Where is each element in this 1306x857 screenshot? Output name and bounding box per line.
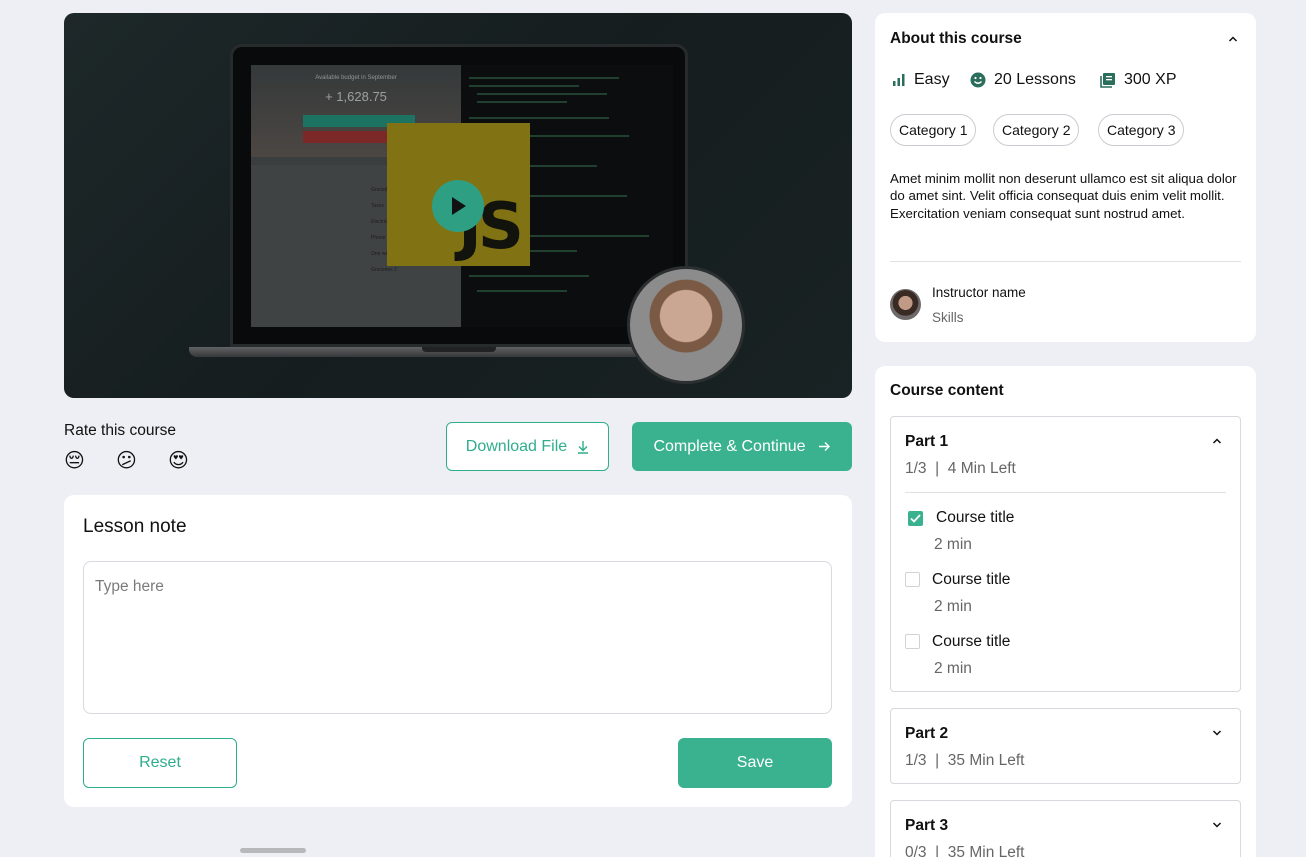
rating-neutral-emoji[interactable]: 😕 — [116, 448, 137, 472]
lesson-note-input[interactable] — [83, 561, 832, 714]
download-icon — [578, 440, 589, 454]
complete-continue-label: Complete & Continue — [653, 437, 806, 455]
reset-button[interactable]: Reset — [83, 738, 237, 788]
chevron-down-icon[interactable] — [1212, 729, 1222, 737]
lesson-duration: 2 min — [934, 660, 972, 677]
complete-continue-button[interactable]: Complete & Continue — [632, 422, 852, 471]
part-progress: 0/3 | 35 Min Left — [905, 844, 1025, 857]
part-progress: 1/3 | 4 Min Left — [905, 460, 1016, 477]
lesson-duration: 2 min — [934, 536, 972, 553]
course-lessons-count: 20 Lessons — [970, 71, 1076, 89]
course-part-1: Part 1 1/3 | 4 Min Left Course title 2 m… — [890, 416, 1241, 692]
course-part-2[interactable]: Part 2 1/3 | 35 Min Left — [890, 708, 1241, 784]
video-player[interactable]: Available budget in September + 1,628.75… — [64, 13, 852, 398]
part-title[interactable]: Part 1 — [905, 433, 948, 451]
course-content-card: Course content Part 1 1/3 | 4 Min Left C… — [875, 366, 1256, 857]
course-level-text: Easy — [914, 71, 950, 88]
rating-love-emoji[interactable]: 😍 — [168, 448, 189, 472]
category-pill[interactable]: Category 2 — [993, 114, 1080, 146]
rate-course-title: Rate this course — [64, 422, 176, 439]
about-course-card: About this course Easy 20 Lessons 300 XP… — [875, 13, 1256, 342]
part-title[interactable]: Part 2 — [905, 725, 948, 743]
rating-sad-emoji[interactable]: 😔 — [64, 448, 85, 472]
lesson-title[interactable]: Course title — [936, 509, 1014, 527]
category-pill[interactable]: Category 3 — [1098, 114, 1185, 146]
part-title[interactable]: Part 3 — [905, 817, 948, 835]
presenter-avatar — [627, 266, 745, 384]
part-progress: 1/3 | 35 Min Left — [905, 752, 1025, 769]
course-content-title: Course content — [890, 382, 1004, 399]
lesson-note-card: Lesson note Reset Save — [64, 495, 852, 807]
instructor-skills: Skills — [932, 310, 964, 325]
course-description: Amet minim mollit non deserunt ullamco e… — [890, 171, 1237, 221]
about-course-title: About this course — [890, 30, 1022, 47]
arrow-right-icon — [818, 442, 830, 451]
lesson-note-title: Lesson note — [83, 516, 187, 537]
checkmark-icon — [910, 514, 921, 523]
save-button[interactable]: Save — [678, 738, 832, 788]
lesson-title[interactable]: Course title — [932, 571, 1010, 589]
chevron-up-icon[interactable] — [1228, 35, 1238, 43]
save-label: Save — [736, 754, 774, 771]
book-icon — [1100, 73, 1115, 88]
play-button[interactable] — [432, 180, 484, 232]
course-xp-text: 300 XP — [1124, 71, 1177, 88]
signal-bars-icon — [893, 74, 905, 86]
download-file-label: Download File — [465, 437, 568, 455]
lesson-checkbox[interactable] — [905, 572, 920, 587]
category-pill[interactable]: Category 1 — [890, 114, 977, 146]
lesson-title[interactable]: Course title — [932, 633, 1010, 651]
chevron-down-icon[interactable] — [1212, 821, 1222, 829]
lesson-checkbox[interactable] — [908, 511, 923, 526]
scroll-indicator[interactable] — [240, 848, 306, 853]
chevron-up-icon[interactable] — [1212, 437, 1222, 445]
course-part-3[interactable]: Part 3 0/3 | 35 Min Left — [890, 800, 1241, 857]
download-file-button[interactable]: Download File — [446, 422, 609, 471]
course-level: Easy — [892, 71, 950, 89]
course-xp: 300 XP — [1100, 71, 1176, 89]
lesson-duration: 2 min — [934, 598, 972, 615]
lesson-checkbox[interactable] — [905, 634, 920, 649]
instructor-name[interactable]: Instructor name — [932, 285, 1026, 300]
reset-label: Reset — [139, 754, 181, 771]
instructor-avatar[interactable] — [890, 289, 921, 320]
course-lessons-text: 20 Lessons — [994, 71, 1076, 88]
play-icon — [452, 197, 466, 215]
smile-icon — [970, 72, 986, 88]
